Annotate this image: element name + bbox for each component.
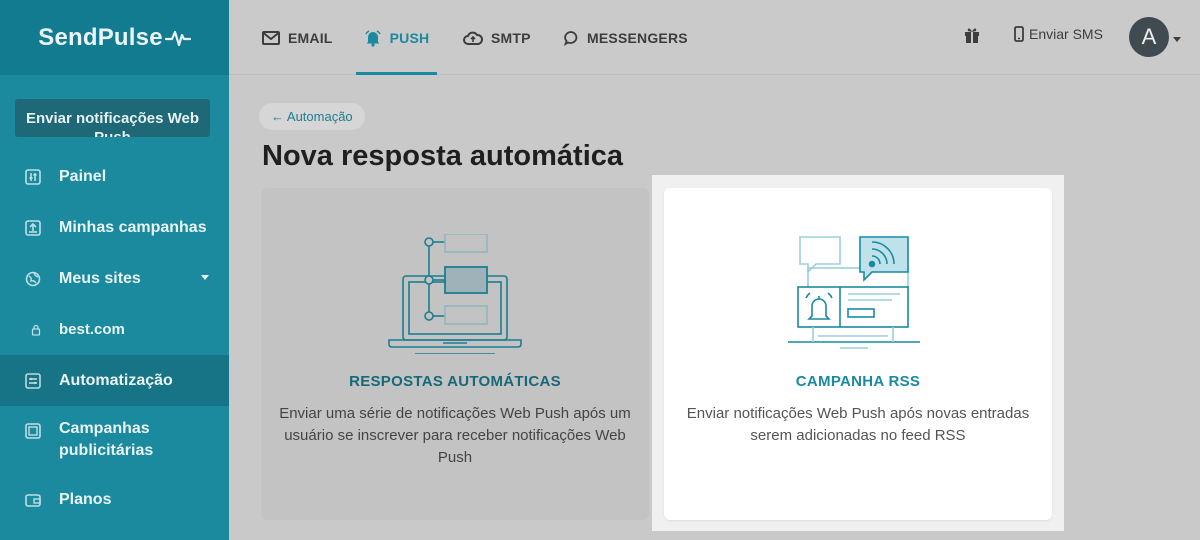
back-link[interactable]: ← Automação bbox=[259, 103, 365, 130]
globe-icon bbox=[24, 270, 42, 288]
card-description: Enviar notificações Web Push após novas … bbox=[686, 405, 1030, 444]
sidebar-item-label: Planos bbox=[59, 490, 112, 508]
card-auto-responses[interactable]: RESPOSTAS AUTOMÁTICAS Enviar uma série d… bbox=[261, 188, 649, 520]
sidebar: SendPulse Enviar notificações Web Push P… bbox=[0, 0, 229, 540]
sidebar-item-campanhas-publicitarias[interactable]: Campanhas publicitárias bbox=[0, 406, 229, 474]
send-web-push-button[interactable]: Enviar notificações Web Push bbox=[15, 99, 210, 137]
card-title: CAMPANHA RSS bbox=[795, 373, 921, 390]
avatar[interactable]: A bbox=[1129, 17, 1169, 57]
tab-smtp[interactable]: SMTP bbox=[463, 0, 531, 75]
chevron-down-icon[interactable] bbox=[201, 275, 209, 280]
card-rss-campaign[interactable]: CAMPANHA RSS Enviar notificações Web Pus… bbox=[664, 188, 1052, 520]
tab-label: PUSH bbox=[389, 29, 430, 46]
tab-push[interactable]: PUSH bbox=[356, 0, 437, 75]
tab-email[interactable]: EMAIL bbox=[262, 0, 333, 75]
chevron-down-icon[interactable] bbox=[1173, 37, 1181, 42]
cloud-icon bbox=[463, 31, 483, 45]
sidebar-item-label: Painel bbox=[59, 167, 107, 185]
tab-messengers[interactable]: MESSENGERS bbox=[563, 0, 688, 75]
sidebar-item-label: best.com bbox=[59, 321, 125, 338]
rss-feed-illustration bbox=[664, 234, 1052, 354]
top-nav: EMAIL PUSH SMTP MESSENGERS Enviar SMS A bbox=[229, 0, 1200, 75]
chat-icon bbox=[563, 30, 579, 46]
sidebar-item-label: Minhas campanhas bbox=[59, 218, 207, 236]
sidebar-item-planos[interactable]: Planos bbox=[0, 474, 229, 525]
card-title: RESPOSTAS AUTOMÁTICAS bbox=[349, 373, 561, 390]
bell-icon bbox=[364, 26, 382, 47]
tab-label: SMTP bbox=[491, 29, 531, 46]
card-description: Enviar uma série de notificações Web Pus… bbox=[279, 405, 631, 466]
sliders-icon bbox=[24, 168, 42, 186]
sidebar-item-painel[interactable]: Painel bbox=[0, 151, 229, 202]
sidebar-item-minhas-campanhas[interactable]: Minhas campanhas bbox=[0, 202, 229, 253]
envelope-icon bbox=[262, 30, 280, 45]
logo-text: SendPulse bbox=[38, 23, 163, 51]
sidebar-item-label: Meus sites bbox=[59, 269, 141, 287]
send-sms-link[interactable]: Enviar SMS bbox=[1014, 26, 1103, 42]
sidebar-item-label: Automatização bbox=[59, 371, 173, 389]
sms-label: Enviar SMS bbox=[1029, 26, 1103, 42]
gift-icon[interactable] bbox=[964, 26, 980, 49]
pulse-icon bbox=[164, 30, 191, 46]
logo[interactable]: SendPulse bbox=[0, 0, 229, 75]
sidebar-item-meus-sites[interactable]: Meus sites bbox=[0, 253, 229, 304]
ads-icon bbox=[24, 422, 42, 440]
automation-icon bbox=[24, 372, 42, 390]
sidebar-nav: Painel Minhas campanhas Meus sites best.… bbox=[0, 151, 229, 525]
tab-label: EMAIL bbox=[288, 29, 333, 46]
lock-icon bbox=[30, 321, 42, 339]
upload-icon bbox=[24, 219, 42, 237]
tab-label: MESSENGERS bbox=[587, 29, 688, 46]
page-title: Nova resposta automática bbox=[262, 140, 624, 172]
sidebar-item-automatizacao[interactable]: Automatização bbox=[0, 355, 229, 406]
sidebar-item-label: Campanhas publicitárias bbox=[59, 420, 154, 459]
laptop-flow-illustration bbox=[261, 234, 649, 354]
sidebar-item-site[interactable]: best.com bbox=[0, 304, 229, 355]
phone-icon bbox=[1014, 26, 1024, 42]
wallet-icon bbox=[24, 491, 42, 509]
